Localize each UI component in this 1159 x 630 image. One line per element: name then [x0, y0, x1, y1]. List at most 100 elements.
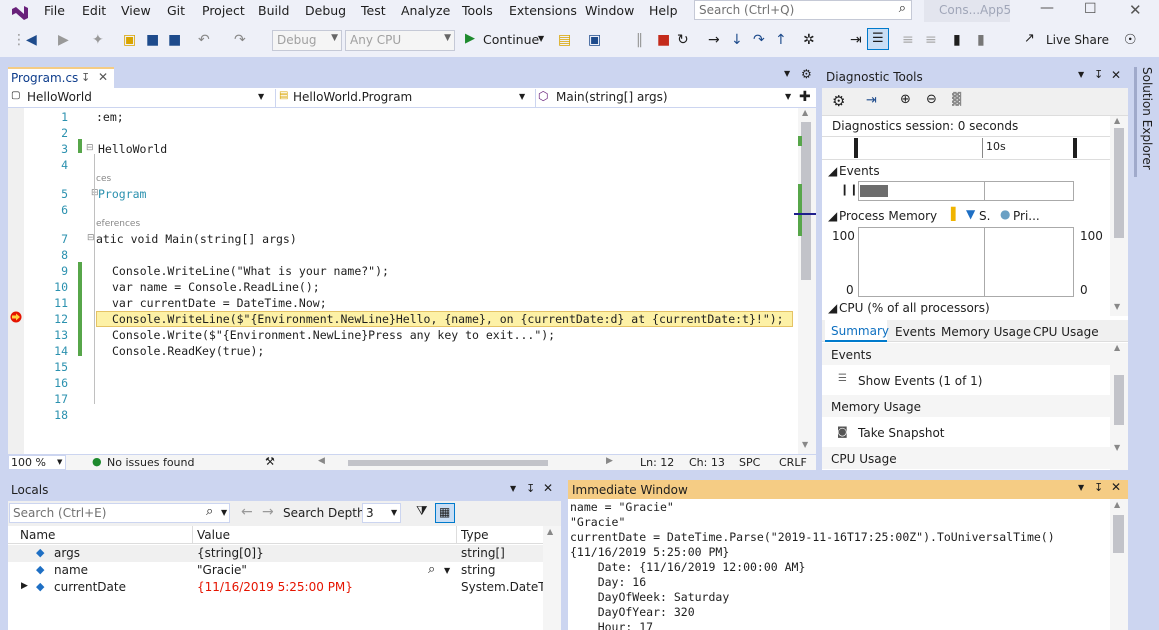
line-indicator[interactable]: Ln: 12 [640, 456, 674, 469]
menu-git[interactable]: Git [167, 3, 185, 18]
table-row[interactable]: ◆ args {string[0]} string[] [8, 545, 543, 562]
save-icon[interactable]: ■ [146, 32, 159, 48]
scroll-down-icon[interactable]: ▼ [1114, 302, 1120, 311]
scroll-up-icon[interactable]: ▲ [1114, 343, 1120, 352]
save-all-icon[interactable]: ■ [168, 32, 181, 48]
locals-scrollbar[interactable]: ▲ [543, 526, 561, 630]
pin-icon[interactable]: ↧ [1094, 68, 1103, 81]
view-toggle-button[interactable]: ▦ [435, 503, 455, 523]
step-over-icon[interactable]: ↷ [753, 32, 765, 48]
chevron-down-icon[interactable]: ▼ [444, 566, 450, 575]
menu-project[interactable]: Project [202, 3, 245, 18]
chevron-down-icon[interactable]: ▼ [1078, 70, 1084, 79]
search-depth-dropdown[interactable]: 3 ▼ [362, 503, 401, 523]
scroll-thumb[interactable] [1114, 128, 1124, 238]
comment-icon[interactable]: ≡ [902, 32, 914, 48]
visualizer-magnifier-icon[interactable]: ⌕ [428, 562, 435, 577]
stop-icon[interactable]: ■ [657, 32, 670, 48]
new-project-icon[interactable]: ✦ [92, 32, 104, 48]
step-into-icon[interactable]: ↓ [731, 32, 743, 48]
bookmark-icon[interactable]: ▮ [953, 32, 961, 48]
split-icon[interactable]: ✚ [799, 89, 811, 105]
column-header-value[interactable]: Value [197, 528, 230, 542]
restart-icon[interactable]: ↻ [677, 32, 689, 48]
timeline-end-handle[interactable] [1073, 138, 1077, 158]
maximize-icon[interactable]: ☐ [1084, 1, 1097, 17]
immediate-scrollbar[interactable]: ▲ [1110, 499, 1128, 630]
memory-graph[interactable] [858, 227, 1074, 297]
menu-tools[interactable]: Tools [462, 3, 493, 18]
continue-button[interactable]: ▶ Continue ▼ [462, 29, 548, 51]
export-icon[interactable]: ⇥ [866, 93, 877, 108]
step-out-icon[interactable]: ↑ [775, 32, 787, 48]
horizontal-scroll-thumb[interactable] [348, 460, 548, 466]
project-dropdown[interactable]: ▢ HelloWorld ▼ [8, 89, 271, 107]
expand-icon[interactable]: ▶ [21, 581, 28, 591]
scroll-up-icon[interactable]: ▲ [1114, 500, 1120, 509]
pin-icon[interactable]: ↧ [1094, 481, 1103, 494]
events-expand-icon[interactable]: ◢ [828, 164, 837, 178]
uncomment-icon[interactable]: ≡ [925, 32, 937, 48]
chevron-down-icon[interactable]: ▼ [1078, 483, 1084, 492]
column-divider[interactable] [456, 526, 457, 544]
pause-icon[interactable]: ‖ [636, 32, 643, 48]
close-icon[interactable]: ✕ [543, 481, 553, 495]
close-icon[interactable]: ✕ [1111, 480, 1121, 494]
search-box[interactable]: Search (Ctrl+Q) ⌕ [694, 0, 912, 20]
toggle-panel-button[interactable]: ☰ [867, 28, 889, 50]
brush-icon[interactable]: ⚒ [265, 455, 275, 468]
tab-summary[interactable]: Summary [825, 320, 889, 342]
redo-icon[interactable]: ↷ [234, 32, 246, 48]
show-next-statement-icon[interactable]: → [708, 32, 720, 48]
tab-memory-usage[interactable]: Memory Usage [941, 325, 1031, 339]
column-header-name[interactable]: Name [20, 528, 55, 542]
zoom-out-icon[interactable]: ⊖ [926, 92, 937, 107]
menu-build[interactable]: Build [258, 3, 289, 18]
column-divider[interactable] [192, 526, 193, 544]
back-icon[interactable]: ◀ [26, 32, 37, 48]
menu-file[interactable]: File [44, 3, 65, 18]
close-tab-icon[interactable]: ✕ [98, 70, 108, 84]
minimize-icon[interactable]: — [1040, 0, 1054, 16]
pause-icon[interactable]: ❙❙ [840, 183, 858, 196]
editor-vertical-scrollbar[interactable]: ▲ ▼ [794, 108, 816, 454]
memory-expand-icon[interactable]: ◢ [828, 209, 837, 223]
timeline-start-handle[interactable] [854, 138, 858, 158]
hot-reload-icon[interactable]: ✲ [803, 32, 815, 48]
menu-analyze[interactable]: Analyze [401, 3, 450, 18]
chevron-down-icon[interactable]: ▼ [510, 484, 516, 493]
breakpoint-window-icon[interactable]: ⇥ [850, 32, 862, 48]
menu-help[interactable]: Help [649, 3, 678, 18]
tab-cpu-usage[interactable]: CPU Usage [1033, 325, 1099, 339]
whitespace-indicator[interactable]: SPC [739, 456, 760, 469]
menu-extensions[interactable]: Extensions [509, 3, 577, 18]
scroll-left-icon[interactable]: ◀ [318, 456, 325, 466]
scroll-thumb[interactable] [801, 122, 811, 280]
menu-window[interactable]: Window [585, 3, 634, 18]
gear-icon[interactable]: ⚙ [832, 92, 845, 110]
column-header-type[interactable]: Type [461, 528, 489, 542]
filter-icon[interactable]: ⧩ [416, 504, 428, 519]
scroll-thumb[interactable] [1113, 515, 1124, 553]
show-events-link[interactable]: Show Events (1 of 1) [858, 374, 982, 388]
events-track[interactable] [858, 181, 1074, 201]
menu-test[interactable]: Test [361, 3, 386, 18]
bookmark-prev-icon[interactable]: ▮ [977, 32, 985, 48]
settings-icon[interactable]: ⚙ [801, 67, 812, 81]
event-marker[interactable] [860, 185, 888, 197]
close-window-icon[interactable]: ✕ [1129, 1, 1142, 19]
tab-events[interactable]: Events [895, 325, 936, 339]
locals-search-input[interactable]: Search (Ctrl+E) ⌕ ▼ [9, 503, 230, 523]
timeline-ruler[interactable]: 10s [822, 136, 1110, 160]
pin-icon[interactable]: ↧ [81, 71, 90, 84]
open-folder-icon[interactable]: ▣ [123, 32, 136, 48]
class-dropdown[interactable]: ▤ HelloWorld.Program ▼ [275, 89, 530, 107]
column-indicator[interactable]: Ch: 13 [689, 456, 725, 469]
menu-debug[interactable]: Debug [305, 3, 346, 18]
member-dropdown[interactable]: ⬡ Main(string[] args) ▼ [535, 89, 795, 107]
scroll-thumb[interactable] [1114, 375, 1124, 425]
chart-icon[interactable]: ▓ [952, 92, 961, 106]
configuration-dropdown[interactable]: Debug ▼ [272, 30, 342, 51]
table-row[interactable]: ▶ ◆ currentDate {11/16/2019 5:25:00 PM} … [8, 579, 543, 596]
line-ending-indicator[interactable]: CRLF [779, 456, 807, 469]
